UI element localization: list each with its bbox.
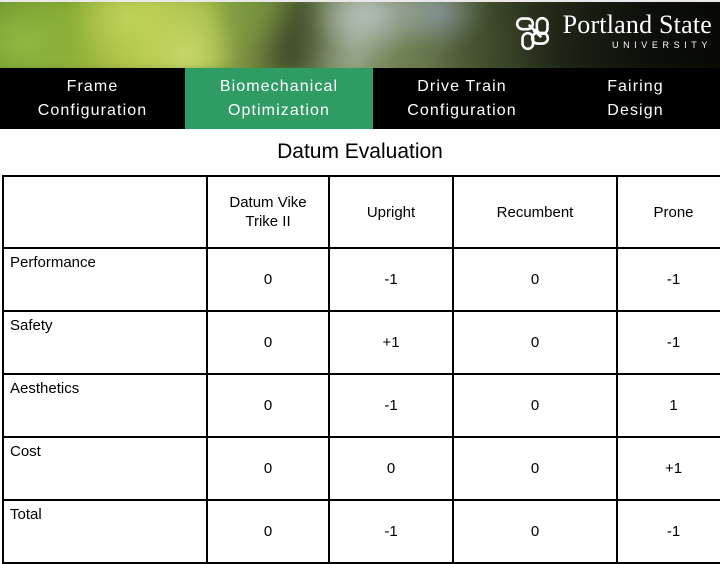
- cell-performance-prone: -1: [616, 247, 720, 312]
- cell-performance-recumbent: 0: [452, 247, 618, 312]
- header-banner: Portland State UNIVERSITY: [0, 0, 720, 68]
- cell-aesthetics-recumbent: 0: [452, 373, 618, 438]
- table-row: Performance 0 -1 0 -1: [2, 247, 720, 312]
- psu-logo-wordmark: Portland State UNIVERSITY: [563, 12, 712, 50]
- cell-safety-prone: -1: [616, 310, 720, 375]
- nav-item-label-line2: Configuration: [407, 101, 517, 119]
- section-nav-bar: Frame Configuration Biomechanical Optimi…: [0, 68, 720, 129]
- psu-knot-logo-icon: [515, 16, 549, 51]
- table-row: Safety 0 +1 0 -1: [2, 310, 720, 375]
- nav-item-label-line2: Design: [607, 101, 664, 119]
- table-column-header-datum-vike-trike-ii: Datum Vike Trike II: [206, 175, 330, 249]
- cell-total-prone: -1: [616, 499, 720, 564]
- cell-cost-datum-vike-trike-ii: 0: [206, 436, 330, 501]
- table-row: Total 0 -1 0 -1: [2, 499, 720, 564]
- cell-safety-datum-vike-trike-ii: 0: [206, 310, 330, 375]
- page-title: Datum Evaluation: [277, 140, 443, 163]
- table-row: Aesthetics 0 -1 0 1: [2, 373, 720, 438]
- row-label-aesthetics: Aesthetics: [2, 373, 208, 438]
- table-corner-cell: [2, 175, 208, 249]
- nav-item-label-line2: Optimization: [227, 101, 331, 119]
- nav-item-label-line1: Fairing: [607, 77, 664, 95]
- psu-logo-subtitle: UNIVERSITY: [611, 40, 712, 50]
- row-label-total: Total: [2, 499, 208, 564]
- cell-performance-datum-vike-trike-ii: 0: [206, 247, 330, 312]
- cell-total-datum-vike-trike-ii: 0: [206, 499, 330, 564]
- row-label-safety: Safety: [2, 310, 208, 375]
- column-header-line2: Trike II: [245, 213, 291, 230]
- cell-safety-upright: +1: [328, 310, 454, 375]
- table-header-row: Datum Vike Trike II Upright Recumbent Pr…: [2, 175, 720, 249]
- nav-item-label-line2: Configuration: [37, 101, 148, 119]
- nav-item-drive-train-configuration[interactable]: Drive Train Configuration: [373, 68, 551, 129]
- nav-item-frame-configuration[interactable]: Frame Configuration: [0, 68, 185, 129]
- cell-aesthetics-prone: 1: [616, 373, 720, 438]
- cell-cost-prone: +1: [616, 436, 720, 501]
- table-row: Cost 0 0 0 +1: [2, 436, 720, 501]
- psu-logo: Portland State UNIVERSITY: [515, 8, 712, 54]
- table-header: Datum Vike Trike II Upright Recumbent Pr…: [2, 175, 720, 249]
- psu-logo-name: Portland State: [562, 10, 712, 39]
- table-column-header-recumbent: Recumbent: [452, 175, 618, 249]
- nav-item-biomechanical-optimization[interactable]: Biomechanical Optimization: [185, 68, 373, 129]
- datum-evaluation-table: Datum Vike Trike II Upright Recumbent Pr…: [2, 175, 720, 564]
- nav-item-fairing-design[interactable]: Fairing Design: [551, 68, 720, 129]
- cell-total-upright: -1: [328, 499, 454, 564]
- cell-performance-upright: -1: [328, 247, 454, 312]
- cell-cost-upright: 0: [328, 436, 454, 501]
- cell-cost-recumbent: 0: [452, 436, 618, 501]
- table-column-header-upright: Upright: [328, 175, 454, 249]
- cell-safety-recumbent: 0: [452, 310, 618, 375]
- cell-total-recumbent: 0: [452, 499, 618, 564]
- nav-item-label-line1: Frame: [66, 77, 119, 95]
- table-body: Performance 0 -1 0 -1 Safety 0 +1 0 -1 A…: [2, 247, 720, 564]
- nav-item-label-line1: Biomechanical: [219, 77, 339, 95]
- row-label-performance: Performance: [2, 247, 208, 312]
- cell-aesthetics-upright: -1: [328, 373, 454, 438]
- nav-item-label-line1: Drive Train: [417, 77, 507, 95]
- row-label-cost: Cost: [2, 436, 208, 501]
- table-column-header-prone: Prone: [616, 175, 720, 249]
- column-header-line1: Datum Vike: [229, 194, 307, 211]
- cell-aesthetics-datum-vike-trike-ii: 0: [206, 373, 330, 438]
- banner-top-divider: [0, 0, 720, 2]
